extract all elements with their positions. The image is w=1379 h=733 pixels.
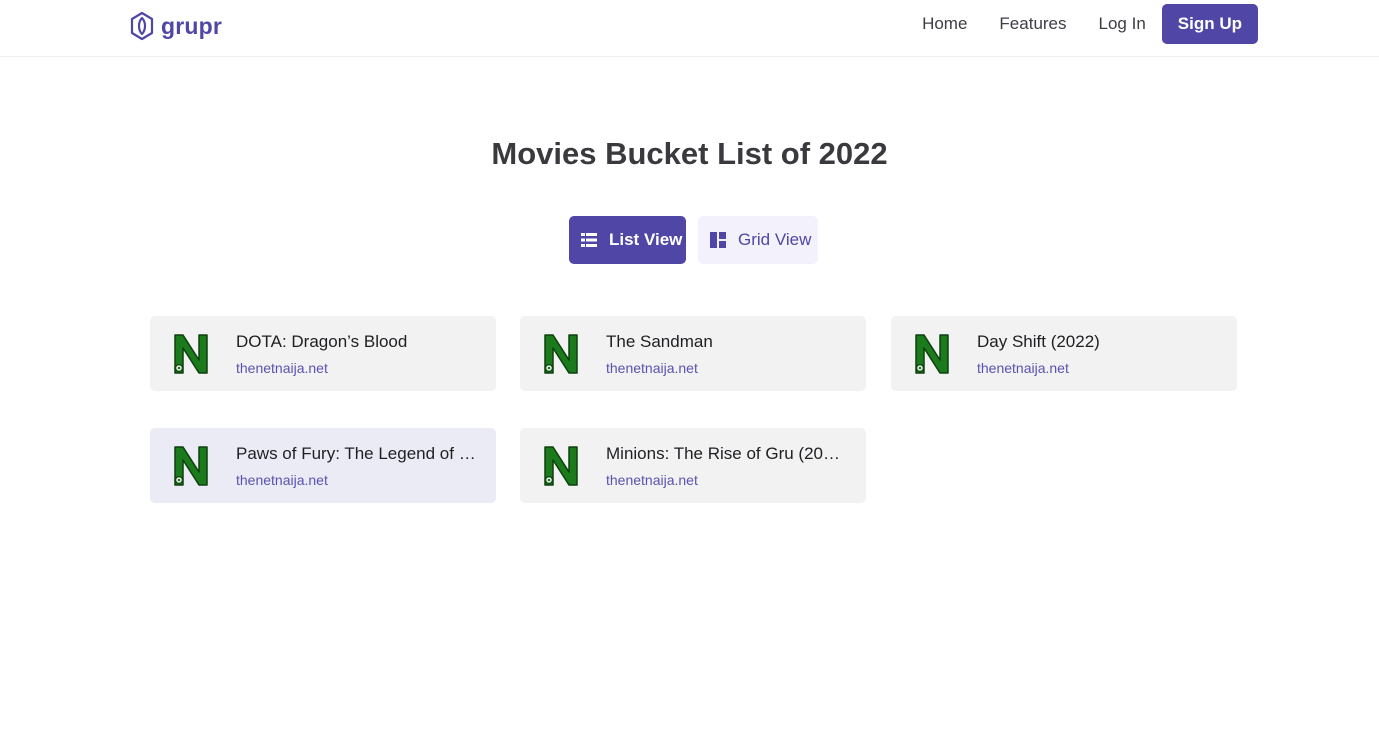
netnaija-n-logo-icon [174,334,208,374]
main-nav: Home Features Log In Sign Up [922,4,1258,44]
movie-source-link[interactable]: thenetnaija.net [606,359,698,377]
grid-view-label: Grid View [738,230,812,249]
netnaija-n-logo-icon [544,334,578,374]
movie-card[interactable]: DOTA: Dragon’s Blood thenetnaija.net [150,316,496,391]
top-navbar: grupr Home Features Log In Sign Up [0,0,1379,57]
list-view-label: List View [609,230,683,249]
page-title: Movies Bucket List of 2022 [491,136,888,171]
movie-card[interactable]: Day Shift (2022) thenetnaija.net [891,316,1237,391]
movie-source-link[interactable]: thenetnaija.net [236,359,328,377]
movie-card[interactable]: Minions: The Rise of Gru (2022) thenetna… [520,428,866,503]
movie-card[interactable]: Paws of Fury: The Legend of H… thenetnai… [150,428,496,503]
movie-title: DOTA: Dragon’s Blood [236,332,408,351]
movie-title: Day Shift (2022) [977,332,1100,351]
grid-layout-icon [710,232,726,248]
list-view-button[interactable]: List View [569,216,686,264]
netnaija-n-logo-icon [544,446,578,486]
view-toggle: List View Grid View [569,216,818,264]
netnaija-n-logo-icon [174,446,208,486]
movie-card[interactable]: The Sandman thenetnaija.net [520,316,866,391]
movie-title: Paws of Fury: The Legend of H… [236,444,476,463]
signup-button[interactable]: Sign Up [1161,4,1258,44]
movie-source-link[interactable]: thenetnaija.net [606,471,698,489]
logo-text: grupr [161,13,223,39]
movie-title: Minions: The Rise of Gru (2022) [606,444,846,463]
nav-home-link[interactable]: Home [922,4,967,44]
movie-source-link[interactable]: thenetnaija.net [236,471,328,489]
netnaija-n-logo-icon [915,334,949,374]
logo-link[interactable]: grupr [129,11,222,41]
nav-features-link[interactable]: Features [999,4,1066,44]
nav-login-link[interactable]: Log In [1099,4,1146,44]
movie-title: The Sandman [606,332,713,351]
movie-source-link[interactable]: thenetnaija.net [977,359,1069,377]
grid-view-button[interactable]: Grid View [698,216,818,264]
list-icon [581,233,597,247]
grupr-logo-icon [130,11,154,41]
